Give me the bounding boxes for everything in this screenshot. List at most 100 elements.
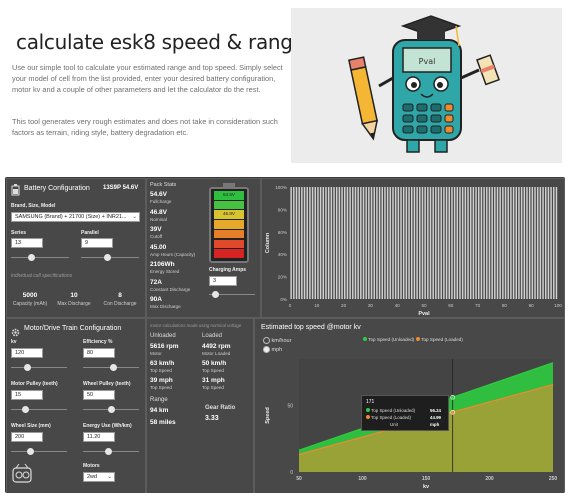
column-chart-ytick: 0% [280, 297, 287, 302]
unloaded-result-value: 63 km/h [150, 360, 175, 367]
motor-field-slider-handle[interactable] [21, 406, 29, 413]
column-chart: 100% 80% 60% 40% 20% 0%0 10 20 30 40 50 60 70 80 90 100… [265, 185, 562, 317]
series-slider[interactable] [11, 254, 69, 261]
column-chart-bar [327, 187, 330, 299]
battery-icon [11, 183, 20, 196]
motor-field-slider-handle[interactable] [27, 448, 35, 455]
column-chart-bar [451, 187, 453, 299]
column-chart-bar [547, 187, 550, 299]
column-chart-bar [298, 187, 300, 299]
motor-field-slider-handle[interactable] [104, 448, 112, 455]
column-chart-xtick: 20 [341, 303, 347, 308]
column-chart-bar [472, 187, 475, 299]
motor-field-slider[interactable] [11, 448, 67, 455]
column-chart-bar [461, 187, 464, 299]
motor-field-slider[interactable] [11, 364, 67, 371]
brand-label: Brand, Size, Model [11, 203, 56, 209]
motor-field-slider-handle[interactable] [110, 364, 118, 371]
chart-tooltip: 171 Top Speed (Unloaded) 56.24 Top Speed… [361, 395, 449, 431]
column-chart-xtick: 90 [529, 303, 535, 308]
motor-field-slider-handle[interactable] [24, 364, 32, 371]
motor-field-slider[interactable] [83, 364, 139, 371]
pack-stats-title: Pack Stats [150, 182, 177, 188]
motor-field-input[interactable]: 120 [11, 348, 43, 358]
cell-model-select[interactable]: SAMSUNG (Brand) + 21700 (Size) + INR21..… [11, 212, 140, 222]
column-chart-bar [357, 187, 359, 299]
column-chart-bar [346, 187, 349, 299]
pack-stat-label: Fullcharge [150, 199, 172, 204]
column-chart-bar [464, 187, 467, 299]
motor-field-input[interactable]: 50 [83, 390, 115, 400]
motor-field-input[interactable]: 80 [83, 348, 115, 358]
series-input[interactable]: 13 [11, 238, 43, 248]
charging-amps-input[interactable]: 3 [209, 276, 237, 286]
loaded-result-value: 31 mph [202, 377, 225, 384]
column-chart-bar [424, 187, 426, 299]
column-chart-bar [445, 187, 448, 299]
parallel-slider[interactable] [81, 254, 139, 261]
series-slider-handle[interactable] [27, 254, 35, 261]
column-chart-bar [341, 187, 343, 299]
column-chart-bar [349, 187, 351, 299]
column-chart-bar [491, 187, 493, 299]
motor-field-slider[interactable] [11, 406, 67, 413]
motors-label: Motors [83, 463, 100, 469]
column-chart-bar [319, 187, 322, 299]
motor-field-input[interactable]: 200 [11, 432, 43, 442]
motor-field-slider[interactable] [83, 448, 139, 455]
motor-field-label: Wheel Size (mm) [11, 423, 51, 429]
charging-amps-slider-handle[interactable] [212, 291, 220, 298]
column-chart-bar [421, 187, 424, 299]
motor-field-label: Wheel Pulley (teeth) [83, 381, 131, 387]
column-chart-bar [360, 187, 362, 299]
charging-amps-label: Charging Amps [209, 267, 247, 273]
column-chart-bar [293, 187, 295, 299]
tooltip-unit-label: Unit [390, 422, 398, 427]
column-chart-bar [523, 187, 526, 299]
column-chart-bar [384, 187, 386, 299]
motor-field-slider[interactable] [83, 406, 139, 413]
speed-chart-ytick: 0 [290, 470, 293, 476]
column-chart-bar [416, 187, 418, 299]
pack-stat-value: 45.00 [150, 243, 167, 251]
battery-config-title: Battery Configuration [24, 185, 90, 192]
motor-field-input[interactable]: 15 [11, 390, 43, 400]
column-chart-bar [534, 187, 536, 299]
motors-select[interactable]: 2wd ⌄ [83, 472, 115, 482]
pack-stat-label: Nominal [150, 216, 167, 222]
pack-stat-label: Amp Hours (Capacity) [150, 251, 196, 257]
column-chart-bar [392, 187, 394, 299]
motor-field-input[interactable]: 11.20 [83, 432, 115, 442]
column-chart-bar [480, 187, 483, 299]
motor-field-label: Energy Use (Wh/km) [83, 423, 132, 429]
charging-amps-slider[interactable] [209, 291, 255, 298]
column-chart-bar [553, 187, 555, 299]
speed-chart-xlabel: kv [423, 484, 430, 490]
cell-specs-heading: individual cell specifications [11, 273, 73, 279]
column-chart-bar [386, 187, 389, 299]
column-chart-xtick: 10 [314, 303, 320, 308]
motor-field-slider-handle[interactable] [107, 406, 115, 413]
column-chart-bar [400, 187, 402, 299]
column-chart-bar [314, 187, 316, 299]
unloaded-result-label: Top Speed [150, 385, 172, 390]
series-label: Series [11, 230, 27, 236]
column-chart-bar [542, 187, 544, 299]
loaded-result-value: 4492 rpm [202, 343, 231, 350]
column-chart-bar [352, 187, 354, 299]
column-chart-bar [368, 187, 370, 299]
parallel-input[interactable]: 9 [81, 238, 113, 248]
motor-config-panel: Motor/Drive Train Configuration kv 120 Eff… [6, 318, 146, 493]
gear-ratio-label: Gear Ratio [205, 405, 236, 411]
column-chart-bar [435, 187, 437, 299]
spec-con-discharge-label: Con Discharge [103, 301, 137, 307]
column-chart-xtick: 50 [421, 303, 427, 308]
nominal-note: motor calculations made using nominal vo… [150, 323, 242, 328]
battery-gauge-cell [214, 249, 244, 258]
column-chart-bar [443, 187, 445, 299]
pack-stats-panel: Pack Stats 54.6V Fullcharge 46.8V Nominal 39… [146, 178, 261, 318]
parallel-slider-handle[interactable] [103, 254, 111, 261]
unloaded-result-label: Top Speed [150, 368, 172, 373]
results-panel: motor calculations made using nominal vo… [146, 318, 254, 493]
column-chart-bar [515, 187, 517, 299]
